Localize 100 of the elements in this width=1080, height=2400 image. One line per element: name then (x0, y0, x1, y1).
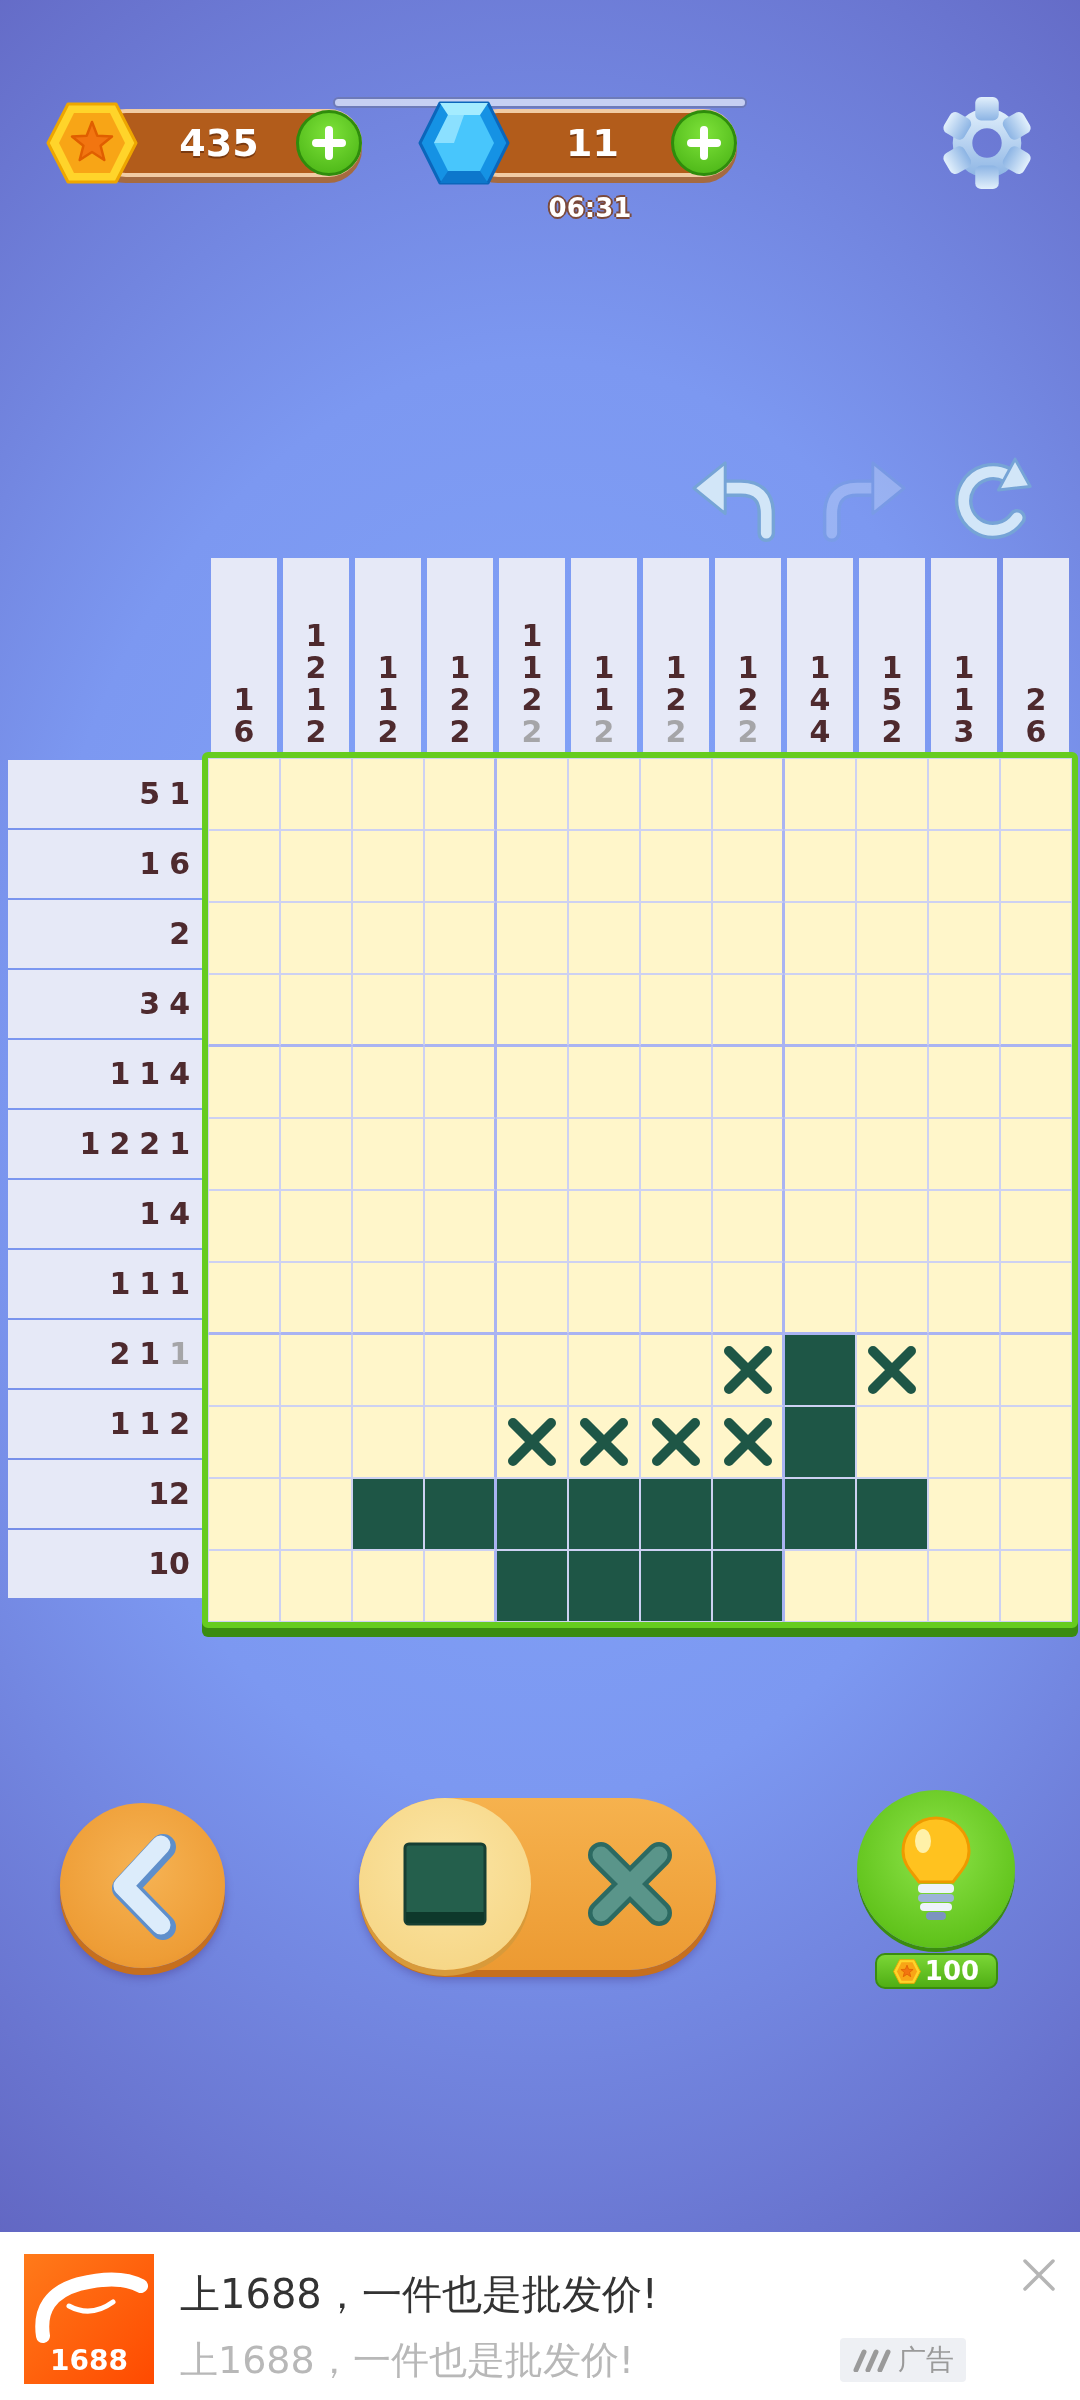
grid-cell[interactable] (424, 1550, 496, 1622)
grid-cell[interactable] (928, 1190, 1000, 1262)
grid-cell[interactable] (928, 1046, 1000, 1118)
grid-cell[interactable] (568, 902, 640, 974)
grid-cell[interactable] (496, 1406, 568, 1478)
grid-cell[interactable] (856, 758, 928, 830)
grid-cell[interactable] (352, 830, 424, 902)
grid-cell[interactable] (928, 1550, 1000, 1622)
grid-cell[interactable] (856, 1334, 928, 1406)
grid-cell[interactable] (424, 830, 496, 902)
grid-cell[interactable] (712, 1046, 784, 1118)
grid-cell[interactable] (784, 830, 856, 902)
grid-cell[interactable] (352, 1550, 424, 1622)
grid-cell[interactable] (856, 1046, 928, 1118)
grid-cell[interactable] (712, 758, 784, 830)
grid-cell[interactable] (568, 974, 640, 1046)
grid-cell[interactable] (424, 758, 496, 830)
grid-cell[interactable] (856, 902, 928, 974)
grid-cell[interactable] (784, 1262, 856, 1334)
grid-cell[interactable] (568, 1334, 640, 1406)
grid-cell[interactable] (208, 1478, 280, 1550)
grid-cell[interactable] (1000, 1550, 1072, 1622)
grid-cell[interactable] (784, 1550, 856, 1622)
grid-cell[interactable] (424, 1190, 496, 1262)
grid-cell[interactable] (208, 1406, 280, 1478)
grid-cell[interactable] (712, 902, 784, 974)
grid-cell[interactable] (280, 1550, 352, 1622)
grid-cell[interactable] (496, 902, 568, 974)
grid-cell[interactable] (352, 1046, 424, 1118)
grid-cell[interactable] (1000, 1334, 1072, 1406)
grid-cell[interactable] (208, 1046, 280, 1118)
grid-cell[interactable] (496, 758, 568, 830)
grid-cell[interactable] (928, 902, 1000, 974)
grid-cell[interactable] (712, 1406, 784, 1478)
grid-cell[interactable] (568, 1550, 640, 1622)
grid-cell[interactable] (712, 830, 784, 902)
grid-cell[interactable] (352, 1190, 424, 1262)
grid-cell[interactable] (424, 1478, 496, 1550)
grid-cell[interactable] (1000, 1046, 1072, 1118)
grid-cell[interactable] (784, 1190, 856, 1262)
grid-cell[interactable] (568, 830, 640, 902)
grid-cell[interactable] (640, 1550, 712, 1622)
grid-cell[interactable] (1000, 1118, 1072, 1190)
grid-cell[interactable] (568, 1262, 640, 1334)
grid-cell[interactable] (856, 1262, 928, 1334)
grid-cell[interactable] (640, 974, 712, 1046)
grid-cell[interactable] (280, 830, 352, 902)
grid-cell[interactable] (928, 1478, 1000, 1550)
grid-cell[interactable] (568, 1478, 640, 1550)
grid-cell[interactable] (496, 1190, 568, 1262)
grid-cell[interactable] (496, 830, 568, 902)
grid-cell[interactable] (928, 1334, 1000, 1406)
grid-cell[interactable] (424, 974, 496, 1046)
grid-cell[interactable] (1000, 1406, 1072, 1478)
grid-cell[interactable] (280, 1118, 352, 1190)
grid-cell[interactable] (424, 1262, 496, 1334)
grid-cell[interactable] (208, 1190, 280, 1262)
grid-cell[interactable] (208, 830, 280, 902)
grid-cell[interactable] (712, 1262, 784, 1334)
grid-cell[interactable] (568, 1046, 640, 1118)
grid-cell[interactable] (640, 1118, 712, 1190)
grid-cell[interactable] (784, 1046, 856, 1118)
grid-cell[interactable] (352, 974, 424, 1046)
grid-cell[interactable] (352, 1118, 424, 1190)
grid-cell[interactable] (352, 902, 424, 974)
grid-cell[interactable] (1000, 1478, 1072, 1550)
grid-cell[interactable] (928, 758, 1000, 830)
grid-cell[interactable] (784, 1118, 856, 1190)
grid-cell[interactable] (640, 758, 712, 830)
grid-cell[interactable] (1000, 902, 1072, 974)
grid-cell[interactable] (568, 1118, 640, 1190)
grid-cell[interactable] (280, 758, 352, 830)
grid-cell[interactable] (280, 1190, 352, 1262)
grid-cell[interactable] (856, 1190, 928, 1262)
grid-cell[interactable] (352, 1406, 424, 1478)
grid-cell[interactable] (712, 1190, 784, 1262)
grid-cell[interactable] (1000, 1190, 1072, 1262)
grid-cell[interactable] (856, 830, 928, 902)
grid-cell[interactable] (640, 1406, 712, 1478)
grid-cell[interactable] (352, 758, 424, 830)
grid-cell[interactable] (856, 1118, 928, 1190)
grid-cell[interactable] (280, 1262, 352, 1334)
grid-cell[interactable] (640, 1262, 712, 1334)
grid-cell[interactable] (640, 830, 712, 902)
grid-cell[interactable] (856, 1406, 928, 1478)
grid-cell[interactable] (1000, 974, 1072, 1046)
grid-cell[interactable] (712, 1334, 784, 1406)
grid-cell[interactable] (928, 1406, 1000, 1478)
grid-cell[interactable] (280, 1406, 352, 1478)
add-gems-button[interactable] (671, 110, 737, 176)
grid-cell[interactable] (640, 1190, 712, 1262)
grid-cell[interactable] (496, 1550, 568, 1622)
grid-cell[interactable] (496, 1262, 568, 1334)
grid-cell[interactable] (424, 1046, 496, 1118)
grid-cell[interactable] (784, 1406, 856, 1478)
grid-cell[interactable] (784, 974, 856, 1046)
grid-cell[interactable] (640, 1478, 712, 1550)
grid-cell[interactable] (640, 1046, 712, 1118)
grid-cell[interactable] (712, 974, 784, 1046)
grid-cell[interactable] (928, 974, 1000, 1046)
